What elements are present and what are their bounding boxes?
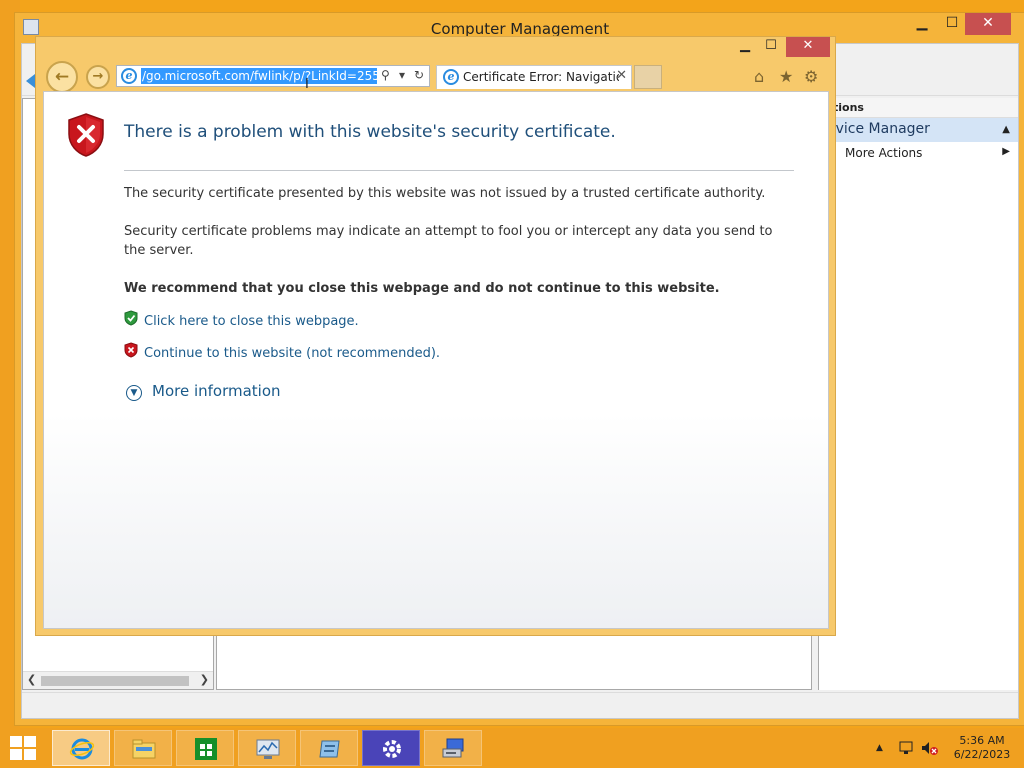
forward-button[interactable]: → (86, 65, 110, 89)
server-manager-icon (319, 740, 340, 758)
green-shield-icon (124, 310, 138, 326)
taskbar-control-panel[interactable] (362, 730, 420, 766)
dropdown-icon[interactable]: ▾ (399, 68, 405, 82)
scroll-right-icon[interactable]: ❯ (200, 673, 209, 686)
favorites-icon[interactable]: ★ (779, 67, 793, 86)
monitor-chart-icon (256, 739, 280, 759)
error-paragraph-1: The security certificate presented by th… (124, 186, 766, 201)
back-button[interactable]: ← (46, 61, 78, 93)
clock-time: 5:36 AM (959, 734, 1005, 747)
collapse-up-icon[interactable]: ▲ (1002, 124, 1010, 135)
close-webpage-link[interactable]: Click here to close this webpage. (144, 314, 359, 329)
actions-item-more-actions[interactable]: More Actions ▶ (819, 142, 1018, 164)
clock-date: 6/22/2023 (953, 748, 1011, 761)
taskbar: ▲ 5:36 AM 6/22/2023 (0, 728, 1024, 768)
cm-back-icon[interactable] (26, 74, 35, 88)
ie-tab-icon: e (443, 69, 459, 85)
system-clock[interactable]: 5:36 AM 6/22/2023 (952, 734, 1012, 762)
cm-actions-pane: tions evice Manager ▲ More Actions ▶ (818, 98, 1018, 690)
cm-tree-scrollbar[interactable]: ❮ ❯ (23, 671, 213, 689)
actions-item-label: More Actions (845, 146, 923, 160)
recommendation-text: We recommend that you close this webpage… (124, 281, 720, 296)
taskbar-file-explorer[interactable] (114, 730, 172, 766)
cm-minimize-button[interactable]: ▁ (907, 13, 937, 35)
computer-management-icon (442, 738, 464, 758)
cm-maximize-button[interactable]: ☐ (937, 13, 967, 35)
tab-certificate-error[interactable]: e Certificate Error: Navigation... ✕ (436, 65, 632, 89)
taskbar-computer-management[interactable] (424, 730, 482, 766)
show-hidden-icons-icon[interactable]: ▲ (876, 743, 883, 753)
browser-content: There is a problem with this website's s… (43, 91, 829, 629)
volume-muted-icon[interactable] (920, 740, 940, 759)
submenu-arrow-icon: ▶ (1002, 146, 1010, 157)
actions-section-device-manager[interactable]: evice Manager ▲ (819, 118, 1018, 142)
ie-maximize-button[interactable]: ☐ (758, 37, 784, 57)
store-icon (195, 738, 217, 760)
start-button[interactable] (10, 736, 38, 762)
scroll-left-icon[interactable]: ❮ (27, 673, 36, 686)
ie-close-button[interactable]: ✕ (786, 37, 830, 57)
expand-chevron-icon[interactable]: ▼ (126, 385, 142, 401)
tab-close-icon[interactable]: ✕ (616, 68, 627, 83)
red-shield-icon (124, 342, 138, 358)
cm-close-button[interactable]: ✕ (965, 13, 1011, 35)
ie-page-icon: e (121, 68, 137, 84)
taskbar-server-manager[interactable] (300, 730, 358, 766)
internet-explorer-window: ▁ ☐ ✕ ← → e /go.microsoft.com/fwlink/p/?… (35, 36, 836, 636)
actions-section-label: evice Manager (827, 121, 930, 137)
more-information-link[interactable]: More information (152, 382, 281, 400)
error-title: There is a problem with this website's s… (124, 122, 616, 142)
taskbar-internet-explorer[interactable] (52, 730, 110, 766)
gear-icon[interactable]: ⚙ (804, 67, 818, 86)
continue-website-link[interactable]: Continue to this website (not recommende… (144, 346, 440, 361)
internet-explorer-icon (69, 738, 95, 760)
ie-minimize-button[interactable]: ▁ (732, 37, 758, 57)
divider (124, 170, 794, 171)
cm-statusbar (22, 692, 1018, 718)
taskbar-performance-monitor[interactable] (238, 730, 296, 766)
network-icon[interactable] (898, 740, 916, 759)
taskbar-store[interactable] (176, 730, 234, 766)
actions-header: tions (819, 98, 1018, 118)
scrollbar-thumb[interactable] (41, 676, 189, 686)
security-shield-icon (68, 113, 104, 157)
refresh-icon[interactable]: ↻ (414, 68, 424, 82)
folder-icon (132, 739, 156, 759)
error-paragraph-2: Security certificate problems may indica… (124, 224, 773, 258)
new-tab-button[interactable] (634, 65, 662, 89)
search-icon[interactable]: ⚲ (381, 68, 390, 82)
gear-settings-icon (383, 740, 401, 758)
home-icon[interactable]: ⌂ (754, 67, 764, 86)
address-url[interactable]: /go.microsoft.com/fwlink/p/?LinkId=25514… (141, 68, 377, 84)
address-bar[interactable]: e /go.microsoft.com/fwlink/p/?LinkId=255… (116, 65, 430, 87)
text-cursor-icon: I (305, 77, 309, 92)
tab-title: Certificate Error: Navigation... (463, 70, 619, 84)
